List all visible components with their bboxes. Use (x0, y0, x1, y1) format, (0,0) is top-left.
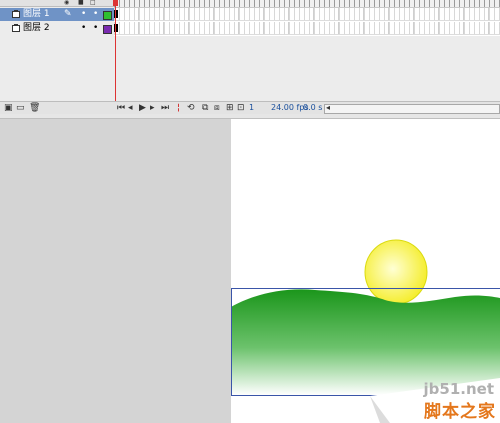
watermark: jb51.net 脚本之家 (370, 378, 500, 423)
watermark-title: 脚本之家 (424, 402, 496, 422)
watermark-url: jb51.net (423, 380, 494, 398)
sun-shape[interactable] (364, 239, 428, 305)
stage-scene (231, 239, 500, 396)
